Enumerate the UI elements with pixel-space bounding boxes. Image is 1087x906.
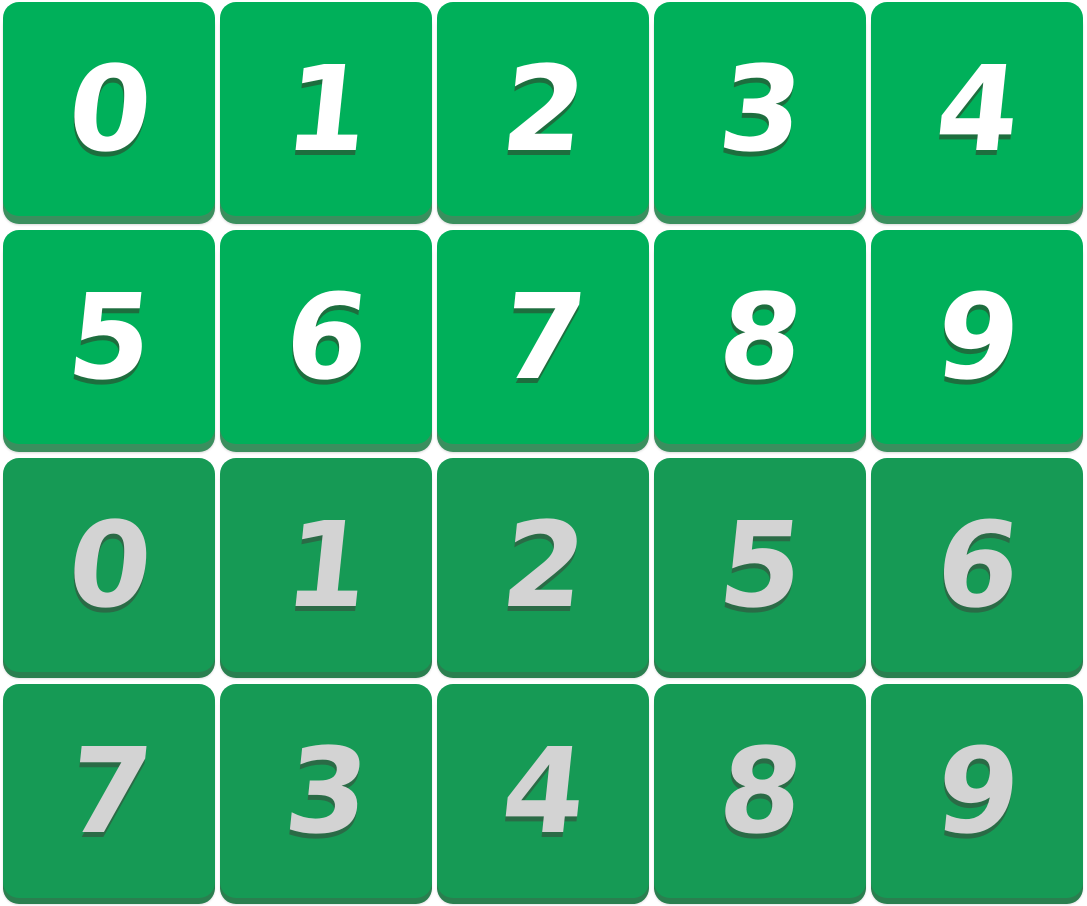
tile-digit: 1 (278, 40, 374, 178)
tile-digit: 4 (929, 40, 1025, 178)
number-tile-2[interactable]: 2 (437, 2, 649, 216)
dim-number-tile-8[interactable]: 8 (654, 684, 866, 898)
tile-digit: 9 (929, 268, 1025, 406)
number-tile-0[interactable]: 0 (3, 2, 215, 216)
tile-digit: 6 (929, 496, 1025, 634)
dim-number-tile-5[interactable]: 5 (654, 458, 866, 672)
dim-number-tile-0[interactable]: 0 (3, 458, 215, 672)
tile-row-3: 0 1 2 5 6 (3, 458, 1085, 680)
number-tile-6[interactable]: 6 (220, 230, 432, 444)
tile-digit: 4 (495, 722, 591, 860)
number-tile-7[interactable]: 7 (437, 230, 649, 444)
tile-digit: 7 (495, 268, 591, 406)
number-tile-5[interactable]: 5 (3, 230, 215, 444)
dim-number-tile-2[interactable]: 2 (437, 458, 649, 672)
tile-digit: 0 (61, 40, 157, 178)
tile-digit: 1 (278, 496, 374, 634)
dim-number-tile-4[interactable]: 4 (437, 684, 649, 898)
tile-digit: 0 (61, 496, 157, 634)
tile-digit: 2 (495, 40, 591, 178)
tile-digit: 2 (495, 496, 591, 634)
number-tile-9[interactable]: 9 (871, 230, 1083, 444)
number-tile-4[interactable]: 4 (871, 2, 1083, 216)
tile-digit: 9 (929, 722, 1025, 860)
dim-number-tile-3[interactable]: 3 (220, 684, 432, 898)
tile-digit: 5 (61, 268, 157, 406)
tile-row-4: 7 3 4 8 9 (3, 684, 1085, 906)
tile-digit: 3 (278, 722, 374, 860)
tile-row-1: 0 1 2 3 4 (3, 2, 1085, 224)
dim-number-tile-1[interactable]: 1 (220, 458, 432, 672)
tile-digit: 3 (712, 40, 808, 178)
tile-digit: 8 (712, 268, 808, 406)
dim-number-tile-6[interactable]: 6 (871, 458, 1083, 672)
number-tile-board: 0 1 2 3 4 5 6 7 8 9 0 1 2 5 6 7 3 4 8 9 (3, 2, 1085, 902)
number-tile-8[interactable]: 8 (654, 230, 866, 444)
tile-digit: 6 (278, 268, 374, 406)
dim-number-tile-9[interactable]: 9 (871, 684, 1083, 898)
number-tile-3[interactable]: 3 (654, 2, 866, 216)
tile-digit: 7 (61, 722, 157, 860)
tile-digit: 5 (712, 496, 808, 634)
number-tile-1[interactable]: 1 (220, 2, 432, 216)
dim-number-tile-7[interactable]: 7 (3, 684, 215, 898)
tile-row-2: 5 6 7 8 9 (3, 230, 1085, 452)
tile-digit: 8 (712, 722, 808, 860)
